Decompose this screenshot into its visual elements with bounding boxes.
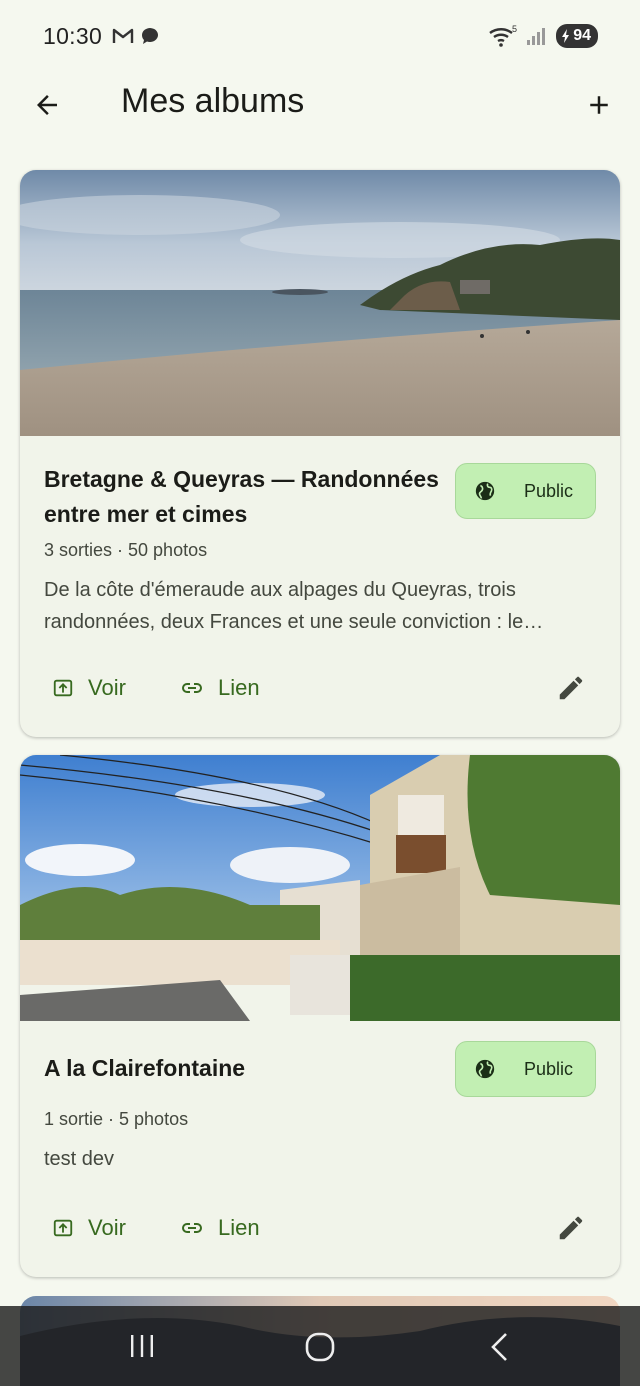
status-time: 10:30 bbox=[43, 22, 103, 49]
recent-apps-icon[interactable] bbox=[128, 1332, 156, 1360]
view-button[interactable]: Voir bbox=[52, 664, 126, 712]
back-button[interactable] bbox=[28, 86, 66, 124]
globe-icon bbox=[475, 1059, 495, 1079]
status-bar: 10:30 5 94 bbox=[0, 0, 640, 72]
album-title: A la Clairefontaine bbox=[44, 1055, 246, 1081]
open-in-icon bbox=[53, 1219, 73, 1237]
visibility-badge[interactable]: Public bbox=[455, 1041, 596, 1097]
pencil-icon bbox=[559, 676, 583, 700]
gmail-icon bbox=[112, 28, 134, 43]
arrow-back-icon bbox=[37, 95, 57, 115]
page-title: Mes albums bbox=[121, 82, 305, 120]
link-button-label: Lien bbox=[218, 1215, 260, 1240]
album-title: Bretagne & Queyras — Randonnées entre me… bbox=[44, 466, 439, 527]
signal-icon bbox=[527, 28, 546, 45]
battery-indicator: 94 bbox=[556, 24, 598, 48]
album-cover-image bbox=[20, 755, 620, 1021]
add-icon bbox=[590, 96, 608, 114]
app-bar: Mes albums bbox=[0, 72, 640, 136]
link-button-label: Lien bbox=[218, 675, 260, 700]
pencil-icon bbox=[559, 1216, 583, 1240]
battery-charging-icon bbox=[562, 29, 570, 43]
visibility-badge[interactable]: Public bbox=[455, 463, 596, 519]
link-icon bbox=[182, 1223, 202, 1233]
album-meta: 3 sorties · 50 photos bbox=[44, 540, 208, 560]
globe-icon bbox=[475, 481, 495, 501]
edit-button[interactable] bbox=[556, 1213, 586, 1243]
home-icon[interactable] bbox=[305, 1332, 335, 1362]
wifi-icon: 5 bbox=[489, 25, 517, 47]
add-album-button[interactable] bbox=[580, 86, 618, 124]
album-actions: Voir Lien bbox=[20, 1204, 620, 1252]
open-in-icon bbox=[53, 679, 73, 697]
view-button-label: Voir bbox=[88, 1215, 126, 1240]
album-card[interactable]: A la Clairefontaine Public 1 sortie · 5 … bbox=[20, 755, 620, 1277]
album-description: De la côte d'émeraude aux alpages du Que… bbox=[44, 574, 600, 638]
description-line: randonnées, deux Frances et une seule co… bbox=[44, 611, 544, 633]
album-card[interactable]: Bretagne & Queyras — Randonnées entre me… bbox=[20, 170, 620, 737]
svg-text:5: 5 bbox=[512, 25, 517, 34]
badge-label: Public bbox=[524, 1058, 574, 1079]
view-button-label: Voir bbox=[88, 675, 126, 700]
nav-back-icon[interactable] bbox=[488, 1332, 512, 1362]
album-description: test dev bbox=[44, 1148, 115, 1170]
description-line: De la côte d'émeraude aux alpages du Que… bbox=[44, 579, 516, 601]
link-button[interactable]: Lien bbox=[180, 1204, 260, 1252]
link-button[interactable]: Lien bbox=[180, 664, 260, 712]
view-button[interactable]: Voir bbox=[52, 1204, 126, 1252]
album-actions: Voir Lien bbox=[20, 664, 620, 712]
album-meta: 1 sortie · 5 photos bbox=[44, 1109, 189, 1129]
chat-bubble-icon bbox=[142, 28, 159, 44]
battery-level: 94 bbox=[573, 27, 591, 44]
album-cover-image bbox=[20, 170, 620, 436]
system-nav-bar bbox=[0, 1306, 640, 1386]
badge-label: Public bbox=[524, 480, 574, 501]
link-icon bbox=[182, 683, 202, 693]
edit-button[interactable] bbox=[556, 673, 586, 703]
